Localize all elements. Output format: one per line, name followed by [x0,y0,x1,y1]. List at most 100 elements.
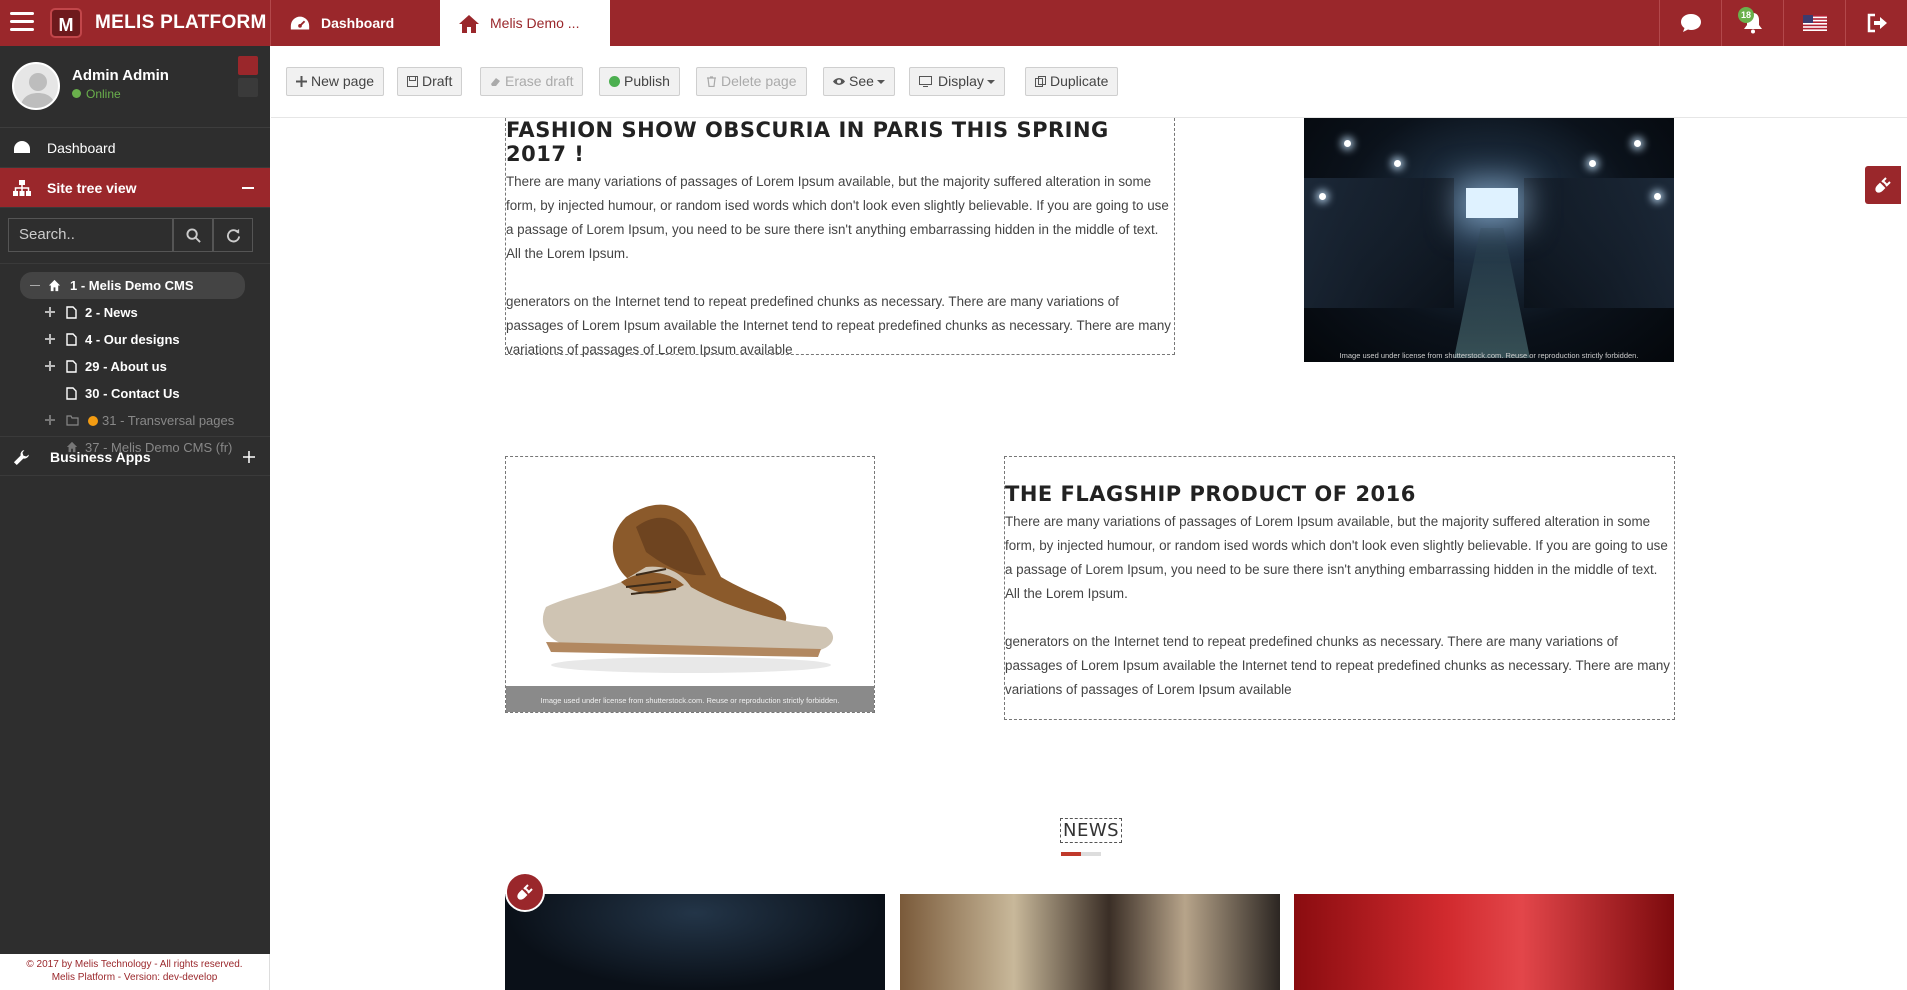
version-text: Melis Platform - Version: dev-develop [51,972,218,983]
sidebar-item-business-apps[interactable]: Business Apps [0,436,270,476]
folder-icon [66,415,79,426]
display-dropdown-button[interactable]: Display [909,67,1005,96]
tab-dashboard[interactable]: Dashboard [270,0,440,46]
shoes-image[interactable]: Image used under license from shuttersto… [505,456,875,713]
text-block-fashion-show[interactable]: FASHION SHOW OBSCURIA IN PARIS THIS SPRI… [505,118,1175,357]
edit-plugin-button[interactable] [505,872,545,912]
button-label: Delete page [721,73,797,89]
avatar[interactable] [12,62,60,110]
section-title: FASHION SHOW OBSCURIA IN PARIS THIS SPRI… [506,118,1109,166]
news-title[interactable]: NEWS [1060,818,1123,843]
user-name: Admin Admin [72,67,169,84]
duplicate-button[interactable]: Duplicate [1025,67,1119,96]
section-paragraph: There are many variations of passages of… [1005,514,1668,601]
sidebar-item-site-tree[interactable]: Site tree view [0,168,270,208]
stage-light [1589,160,1596,167]
stage-light [1394,160,1401,167]
button-label: Erase draft [505,73,574,89]
section-paragraph: There are many variations of passages of… [506,174,1169,261]
shoes-illustration [542,504,834,673]
page-icon [66,387,77,400]
text-block-flagship[interactable]: THE FLAGSHIP PRODUCT OF 2016 There are m… [1004,456,1675,720]
expand-icon[interactable] [242,450,256,464]
news-card[interactable] [900,894,1280,990]
plug-icon [517,884,533,900]
tree-node[interactable]: 29 - About us [0,353,270,380]
menu-toggle-icon[interactable] [10,12,34,34]
top-bar: M MELIS PLATFORM Dashboard Melis Demo ..… [0,0,1907,46]
search-input[interactable]: Search.. [8,218,173,252]
chat-button[interactable] [1659,0,1721,46]
user-status: Online [72,87,121,101]
tree-node[interactable]: 30 - Contact Us [0,380,270,407]
save-icon [407,76,418,87]
collapse-icon[interactable] [30,285,40,286]
image-crowd-right [1524,178,1674,308]
section-paragraph: generators on the Internet tend to repea… [1005,634,1670,697]
wrench-icon [13,449,30,466]
image-runway [1454,228,1530,358]
chat-icon [1680,14,1701,32]
news-underline [1061,852,1101,856]
page-icon [66,306,77,319]
notification-count-badge: 18 [1738,7,1754,23]
fashion-show-image[interactable]: Image used under license from shuttersto… [1304,118,1674,362]
tree-node[interactable]: 2 - News [0,299,270,326]
draft-button[interactable]: Draft [397,67,463,96]
published-dot-icon [609,76,620,87]
refresh-button[interactable] [213,218,253,252]
caret-down-icon [876,80,885,84]
online-dot-icon [72,89,81,98]
news-card[interactable] [505,894,885,990]
home-icon [48,279,61,292]
page-icon [66,360,77,373]
tab-melis-demo[interactable]: Melis Demo ... [440,0,610,46]
button-label: Draft [422,73,453,89]
brand-name: MELIS PLATFORM [95,12,267,33]
search-button[interactable] [173,218,213,252]
user-silhouette-icon [20,73,56,108]
user-actions [238,56,258,98]
logout-button[interactable] [1845,0,1907,46]
tree-node[interactable]: 4 - Our designs [0,326,270,353]
sitemap-icon [13,180,31,196]
expand-icon[interactable] [44,306,56,318]
stage-light [1344,140,1351,147]
expand-icon[interactable] [44,333,56,345]
tree-node-root[interactable]: 1 - Melis Demo CMS [20,272,245,299]
plus-icon [296,76,307,87]
sidebar-item-dashboard[interactable]: Dashboard [0,128,270,168]
stage-light [1654,193,1661,200]
stage-light [1634,140,1641,147]
tree-node[interactable]: 31 - Transversal pages [0,407,270,434]
home-icon [459,15,479,34]
publish-button[interactable]: Publish [599,67,680,96]
erase-draft-button[interactable]: Erase draft [480,67,584,96]
user-panel: Admin Admin Online [0,46,270,128]
new-page-button[interactable]: New page [286,67,385,96]
profile-icon[interactable] [238,56,258,75]
monitor-icon [919,76,932,87]
sidebar-footer: © 2017 by Melis Technology - All rights … [0,954,270,990]
page-toolbar: New page Draft Erase draft Publish Delet… [271,46,1907,118]
notifications-button[interactable]: 18 [1721,0,1783,46]
page-icon [66,333,77,346]
button-label: See [849,73,874,89]
language-button[interactable] [1783,0,1845,46]
expand-icon[interactable] [44,414,56,426]
expand-icon[interactable] [44,360,56,372]
sidebar: Admin Admin Online Dashboard Site tree v… [0,46,270,990]
news-card[interactable] [1294,894,1674,990]
lock-icon[interactable] [238,78,258,97]
us-flag-icon [1802,15,1827,31]
tab-label: Melis Demo ... [490,15,580,31]
collapse-icon[interactable] [242,187,254,189]
see-dropdown-button[interactable]: See [823,67,895,96]
sidebar-item-label: Dashboard [47,140,116,156]
delete-page-button[interactable]: Delete page [696,67,807,96]
caret-down-icon [986,80,995,84]
plugins-menu-button[interactable] [1865,166,1901,204]
button-label: Publish [624,73,670,89]
tab-label: Dashboard [321,15,395,31]
image-crowd-left [1304,178,1454,308]
